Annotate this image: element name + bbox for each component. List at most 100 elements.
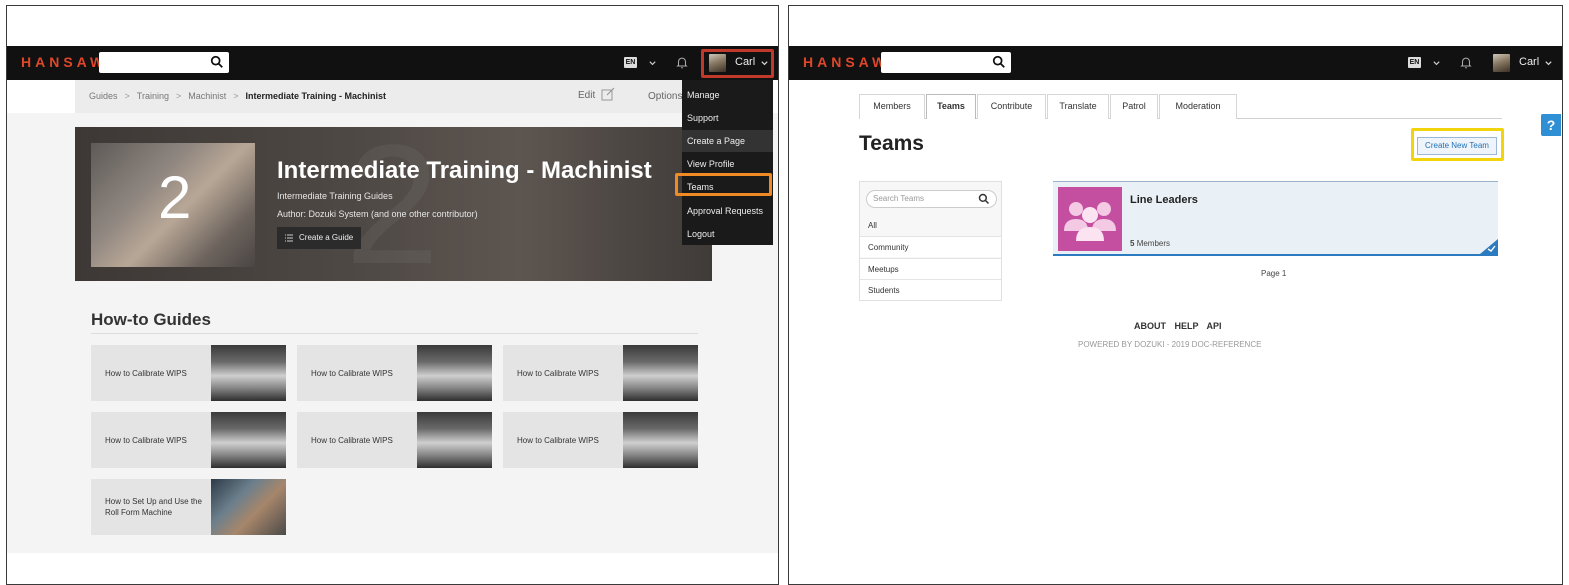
guide-title: How to Set Up and Use the Roll Form Mach… xyxy=(105,497,202,517)
guide-title: How to Calibrate WIPS xyxy=(311,368,393,378)
hansaw-logo[interactable]: HANSAW xyxy=(803,54,889,70)
bell-icon[interactable] xyxy=(1459,55,1473,70)
tab-patrol[interactable]: Patrol xyxy=(1110,94,1158,119)
menu-item-support[interactable]: Support xyxy=(682,107,773,129)
hero-image: 2 xyxy=(91,143,255,267)
breadcrumb-machinist[interactable]: Machinist xyxy=(188,91,226,101)
top-navigation-bar: HANSAW EN Carl xyxy=(7,46,778,80)
bell-icon[interactable] xyxy=(675,55,689,70)
edit-icon[interactable] xyxy=(600,86,616,102)
language-flag[interactable]: EN xyxy=(624,57,637,68)
guide-thumbnail xyxy=(211,345,286,401)
members-word: Members xyxy=(1136,239,1171,248)
username[interactable]: Carl xyxy=(1519,56,1539,68)
category-students[interactable]: Students xyxy=(860,279,1001,300)
category-meetups[interactable]: Meetups xyxy=(860,258,1001,279)
teams-highlight xyxy=(675,173,772,196)
guide-card[interactable]: How to Calibrate WIPS xyxy=(91,412,286,468)
search-icon[interactable] xyxy=(210,55,224,69)
team-group-icon xyxy=(1058,187,1122,251)
member-count: 5 xyxy=(1130,239,1135,248)
avatar[interactable] xyxy=(1493,54,1510,72)
right-screenshot-panel: HANSAW EN Carl Members Teams Contribute … xyxy=(788,5,1563,585)
guide-card[interactable]: How to Calibrate WIPS xyxy=(503,345,698,401)
language-flag[interactable]: EN xyxy=(1408,57,1421,68)
guide-title: How to Calibrate WIPS xyxy=(517,368,599,378)
category-community[interactable]: Community xyxy=(860,236,1001,257)
left-screenshot-panel: HANSAW EN Carl Guides > Training > Machinist… xyxy=(6,5,779,585)
page-title: Teams xyxy=(859,132,924,155)
divider xyxy=(91,333,698,334)
footer-links[interactable]: ABOUT HELP API xyxy=(1134,321,1222,331)
hansaw-logo[interactable]: HANSAW xyxy=(21,54,107,70)
user-menu-dropdown: Manage Support Create a Page View Profil… xyxy=(682,80,773,245)
user-menu-highlight xyxy=(701,49,774,78)
site-search-input[interactable] xyxy=(881,52,1011,73)
guide-card[interactable]: How to Calibrate WIPS xyxy=(91,345,286,401)
guide-title: How to Calibrate WIPS xyxy=(105,368,187,378)
hero-number: 2 xyxy=(158,164,192,231)
chevron-down-icon[interactable] xyxy=(648,59,657,68)
team-member-count: 5 Members xyxy=(1130,239,1170,248)
guide-thumbnail xyxy=(623,345,698,401)
breadcrumb-current: Intermediate Training - Machinist xyxy=(245,91,387,101)
team-search-placeholder: Search Teams xyxy=(873,194,924,203)
menu-item-approval-requests[interactable]: Approval Requests xyxy=(682,200,773,222)
team-search-input[interactable]: Search Teams xyxy=(866,190,997,208)
search-icon[interactable] xyxy=(978,193,990,205)
breadcrumb-training[interactable]: Training xyxy=(137,91,169,101)
options-button[interactable]: Options xyxy=(648,91,682,102)
guide-thumbnail xyxy=(623,412,698,468)
breadcrumb-separator-icon: > xyxy=(124,91,130,101)
create-team-highlight xyxy=(1411,128,1504,161)
guide-card[interactable]: How to Calibrate WIPS xyxy=(503,412,698,468)
guides-heading: How-to Guides xyxy=(91,310,211,329)
guide-thumbnail xyxy=(211,479,286,535)
tab-members[interactable]: Members xyxy=(859,94,925,119)
breadcrumb-separator-icon: > xyxy=(175,91,182,101)
team-group-svg xyxy=(1064,202,1116,241)
page-title: Intermediate Training - Machinist xyxy=(277,157,652,184)
guide-title: How to Calibrate WIPS xyxy=(517,435,599,445)
guide-thumbnail xyxy=(417,412,492,468)
guide-title: How to Calibrate WIPS xyxy=(311,435,393,445)
list-icon xyxy=(285,234,293,242)
community-tabs: Members Teams Contribute Translate Patro… xyxy=(859,94,1502,119)
guide-card[interactable]: How to Calibrate WIPS xyxy=(297,345,492,401)
guide-card[interactable]: How to Calibrate WIPS xyxy=(297,412,492,468)
guide-thumbnail xyxy=(211,412,286,468)
tab-translate[interactable]: Translate xyxy=(1047,94,1109,119)
team-card[interactable]: Line Leaders 5 Members xyxy=(1053,181,1498,256)
chevron-down-icon[interactable] xyxy=(1544,59,1553,68)
menu-item-manage[interactable]: Manage xyxy=(682,84,773,106)
tab-contribute[interactable]: Contribute xyxy=(977,94,1046,119)
topic-hero-banner: 2 2 Intermediate Training - Machinist In… xyxy=(75,110,712,300)
breadcrumb-guides[interactable]: Guides xyxy=(89,91,118,101)
hero-background-number: 2 xyxy=(345,110,440,300)
menu-item-logout[interactable]: Logout xyxy=(682,223,773,245)
category-all[interactable]: All xyxy=(860,215,1001,236)
team-name[interactable]: Line Leaders xyxy=(1130,194,1198,206)
breadcrumb-separator-icon: > xyxy=(233,91,239,101)
help-icon[interactable]: ? xyxy=(1541,114,1561,136)
pagination-label: Page 1 xyxy=(1261,269,1287,278)
create-guide-label: Create a Guide xyxy=(299,233,354,242)
teams-sidebar: Search Teams All Community Meetups Stude… xyxy=(859,181,1002,301)
menu-item-create-page[interactable]: Create a Page xyxy=(682,130,773,152)
tab-moderation[interactable]: Moderation xyxy=(1159,94,1237,119)
site-search-input[interactable] xyxy=(99,52,229,73)
search-icon[interactable] xyxy=(992,55,1006,69)
chevron-down-icon[interactable] xyxy=(1432,59,1441,68)
guide-card[interactable]: How to Set Up and Use the Roll Form Mach… xyxy=(91,479,286,535)
top-navigation-bar: HANSAW EN Carl xyxy=(789,46,1562,80)
hero-subtitle: Intermediate Training Guides xyxy=(277,191,393,201)
guide-title: How to Calibrate WIPS xyxy=(105,435,187,445)
menu-item-view-profile[interactable]: View Profile xyxy=(682,153,773,175)
footer-powered-by: POWERED BY DOZUKI - 2019 DOC-REFERENCE xyxy=(1078,340,1262,349)
guide-thumbnail xyxy=(417,345,492,401)
hero-author: Author: Dozuki System (and one other con… xyxy=(277,209,478,219)
check-icon xyxy=(1480,239,1498,254)
tab-teams[interactable]: Teams xyxy=(926,94,976,119)
create-guide-button[interactable]: Create a Guide xyxy=(277,227,362,249)
edit-button[interactable]: Edit xyxy=(578,90,595,101)
